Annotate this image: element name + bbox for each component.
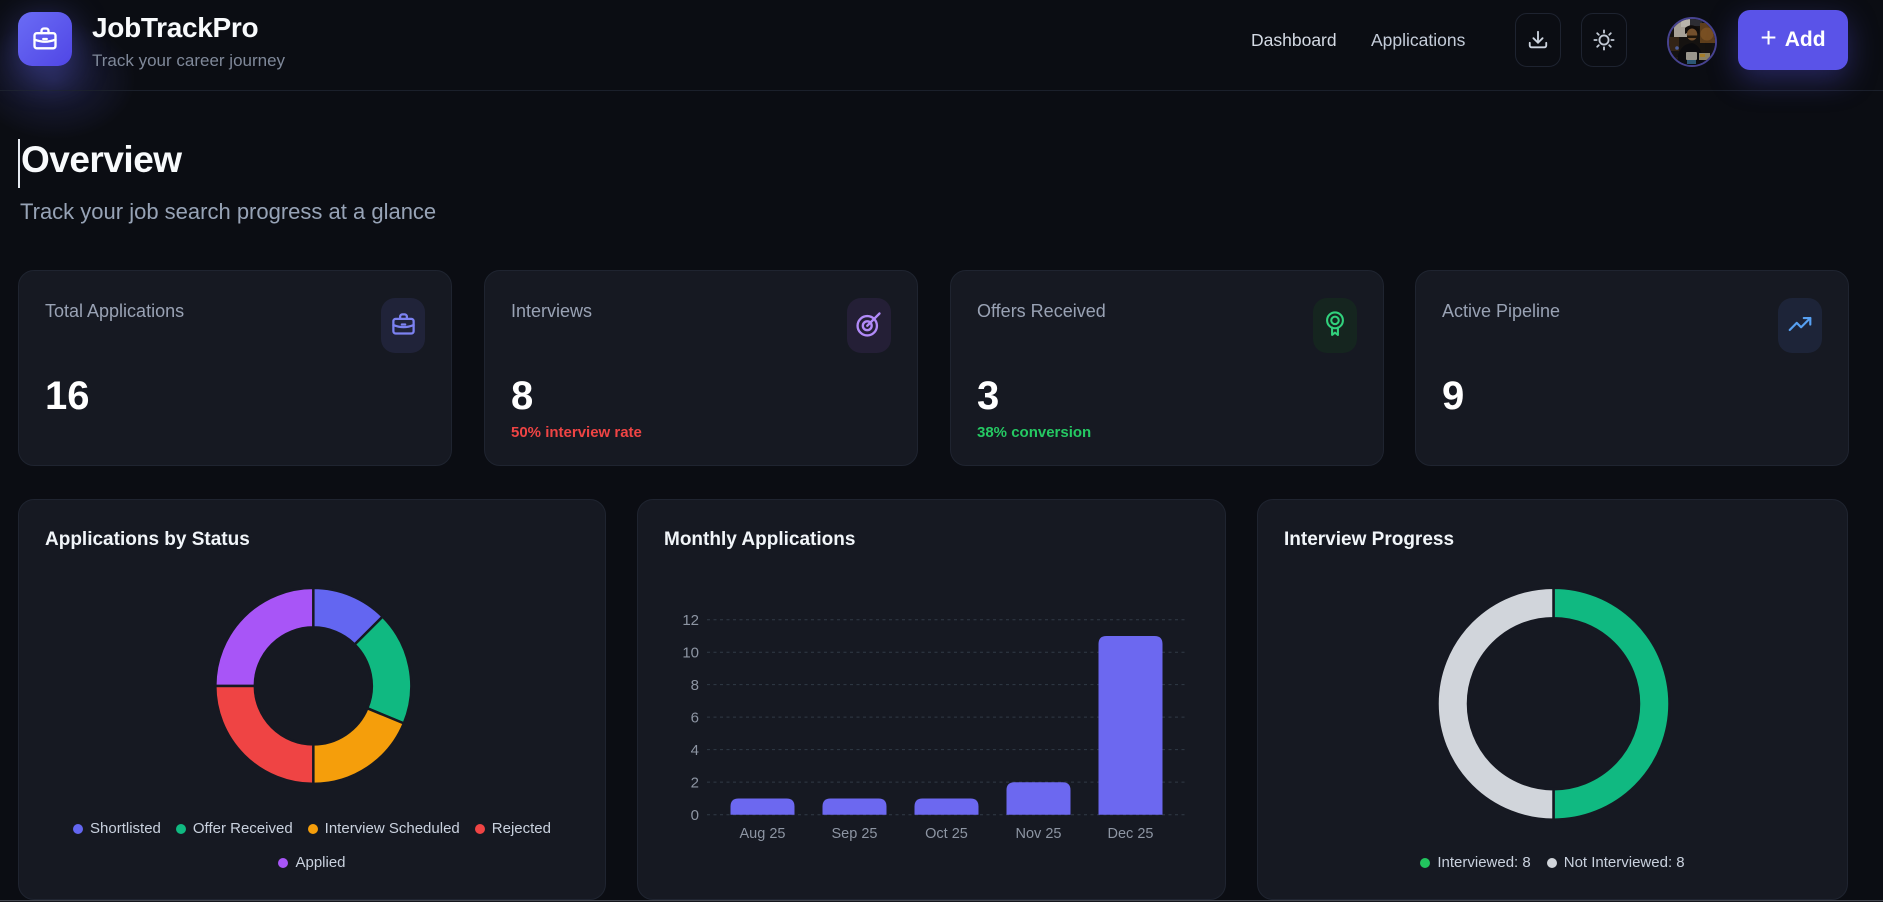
svg-text:Dec 25: Dec 25 — [1108, 826, 1154, 842]
svg-text:8: 8 — [691, 677, 699, 694]
svg-text:Nov 25: Nov 25 — [1016, 826, 1062, 842]
svg-text:6: 6 — [691, 710, 699, 727]
svg-text:10: 10 — [682, 645, 699, 662]
svg-text:Sep 25: Sep 25 — [832, 826, 878, 842]
svg-text:4: 4 — [691, 742, 699, 759]
svg-text:0: 0 — [691, 807, 699, 824]
svg-text:Aug 25: Aug 25 — [740, 826, 786, 842]
svg-text:Oct 25: Oct 25 — [925, 826, 968, 842]
svg-text:2: 2 — [691, 775, 699, 792]
svg-text:12: 12 — [682, 612, 699, 629]
